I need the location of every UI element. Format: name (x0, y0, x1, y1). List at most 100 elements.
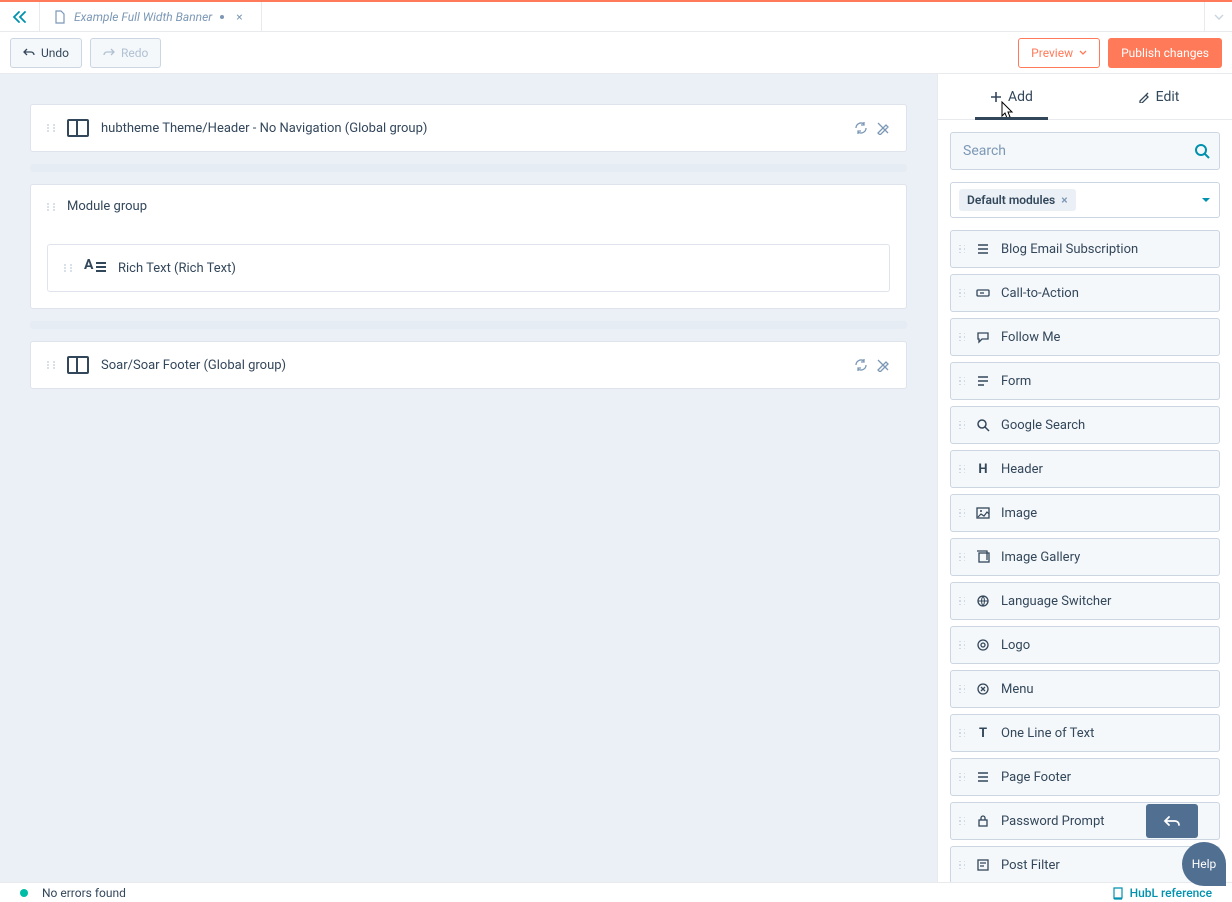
module-icon (975, 858, 991, 872)
status-bar: No errors found HubL reference (0, 882, 1232, 902)
module-icon: H (975, 462, 991, 477)
drag-handle-icon (959, 509, 965, 518)
caret-down-icon (1079, 50, 1087, 55)
tab-title: Example Full Width Banner (74, 10, 212, 24)
no-edit-icon[interactable] (876, 358, 890, 372)
drag-handle-icon (959, 641, 965, 650)
module-item[interactable]: Post Filter (950, 846, 1220, 882)
file-tab[interactable]: Example Full Width Banner × (40, 2, 262, 31)
header-global-block[interactable]: hubtheme Theme/Header - No Navigation (G… (30, 104, 907, 152)
module-label: Blog Email Subscription (1001, 242, 1138, 257)
drop-separator (30, 321, 907, 329)
tab-overflow[interactable] (1204, 2, 1232, 31)
status-errors: No errors found (42, 886, 126, 900)
tab-edit[interactable]: Edit (1085, 74, 1232, 119)
search-box (950, 132, 1220, 170)
module-icon (975, 638, 991, 652)
undo-icon (23, 48, 35, 58)
module-label: Menu (1001, 682, 1034, 697)
file-icon (54, 10, 66, 24)
module-label: Image (1001, 506, 1037, 521)
clear-filter-icon[interactable]: × (1061, 193, 1067, 207)
module-icon (975, 814, 991, 828)
module-item[interactable]: Image (950, 494, 1220, 532)
module-icon (975, 682, 991, 696)
drag-handle-icon[interactable] (47, 203, 55, 211)
redo-button[interactable]: Redo (90, 38, 161, 68)
layout-icon (67, 356, 89, 374)
drag-handle-icon[interactable] (64, 264, 72, 272)
sidebar: Add Edit Default modules × Blog Email (937, 74, 1232, 882)
module-group-block[interactable]: Module group Rich Text (Rich Text) (30, 184, 907, 309)
book-icon (1112, 886, 1124, 900)
close-tab-icon[interactable]: × (232, 10, 246, 24)
module-icon (975, 286, 991, 300)
module-item[interactable]: Blog Email Subscription (950, 230, 1220, 268)
status-dot-icon (20, 889, 28, 897)
module-item[interactable]: Language Switcher (950, 582, 1220, 620)
module-item[interactable]: Google Search (950, 406, 1220, 444)
module-icon (975, 418, 991, 432)
module-icon (975, 242, 991, 256)
module-icon (975, 550, 991, 564)
module-label: Form (1001, 374, 1031, 389)
search-icon[interactable] (1194, 143, 1210, 159)
publish-button[interactable]: Publish changes (1108, 38, 1222, 68)
drag-handle-icon[interactable] (47, 361, 55, 369)
tab-bar: Example Full Width Banner × (0, 2, 1232, 32)
module-item[interactable]: Logo (950, 626, 1220, 664)
help-button[interactable]: Help (1182, 842, 1226, 886)
module-item[interactable]: Page Footer (950, 758, 1220, 796)
module-icon: T (975, 726, 991, 741)
drag-handle-icon (959, 289, 965, 298)
drag-handle-icon (959, 861, 965, 870)
module-item[interactable]: Menu (950, 670, 1220, 708)
module-label: Language Switcher (1001, 594, 1111, 609)
module-item[interactable]: Image Gallery (950, 538, 1220, 576)
undo-button[interactable]: Undo (10, 38, 82, 68)
tab-add[interactable]: Add (938, 74, 1085, 119)
drag-handle-icon (959, 817, 965, 826)
rich-text-block[interactable]: Rich Text (Rich Text) (47, 244, 890, 292)
drag-handle-icon (959, 465, 965, 474)
drag-handle-icon[interactable] (47, 124, 55, 132)
module-item[interactable]: H Header (950, 450, 1220, 488)
module-item[interactable]: Form (950, 362, 1220, 400)
plus-icon (990, 91, 1002, 103)
footer-block-label: Soar/Soar Footer (Global group) (101, 358, 286, 373)
rich-text-label: Rich Text (Rich Text) (118, 261, 236, 276)
float-undo-button[interactable] (1146, 804, 1198, 838)
module-icon (975, 374, 991, 388)
drag-handle-icon (959, 553, 965, 562)
module-item[interactable]: Call-to-Action (950, 274, 1220, 312)
hubl-reference-link[interactable]: HubL reference (1112, 886, 1212, 900)
no-edit-icon[interactable] (876, 121, 890, 135)
footer-global-block[interactable]: Soar/Soar Footer (Global group) (30, 341, 907, 389)
pencil-icon (1138, 91, 1150, 103)
module-label: Header (1001, 462, 1043, 477)
drag-handle-icon (959, 245, 965, 254)
module-icon (975, 506, 991, 520)
sync-icon[interactable] (854, 358, 868, 372)
unsaved-indicator (220, 15, 224, 19)
redo-icon (103, 48, 115, 58)
module-item[interactable]: Follow Me (950, 318, 1220, 356)
canvas-area: hubtheme Theme/Header - No Navigation (G… (0, 74, 937, 882)
filter-dropdown[interactable]: Default modules × (950, 182, 1220, 218)
rich-text-icon (84, 259, 106, 277)
drag-handle-icon (959, 729, 965, 738)
undo-icon (1163, 815, 1181, 827)
sync-icon[interactable] (854, 121, 868, 135)
module-item[interactable]: T One Line of Text (950, 714, 1220, 752)
drag-handle-icon (959, 685, 965, 694)
preview-button[interactable]: Preview (1018, 38, 1100, 68)
module-label: Google Search (1001, 418, 1085, 433)
search-input[interactable] (950, 132, 1220, 170)
module-icon (975, 330, 991, 344)
drag-handle-icon (959, 333, 965, 342)
collapse-button[interactable] (0, 2, 40, 31)
header-block-label: hubtheme Theme/Header - No Navigation (G… (101, 121, 427, 136)
module-group-label: Module group (67, 199, 147, 214)
module-label: Page Footer (1001, 770, 1071, 785)
drag-handle-icon (959, 421, 965, 430)
